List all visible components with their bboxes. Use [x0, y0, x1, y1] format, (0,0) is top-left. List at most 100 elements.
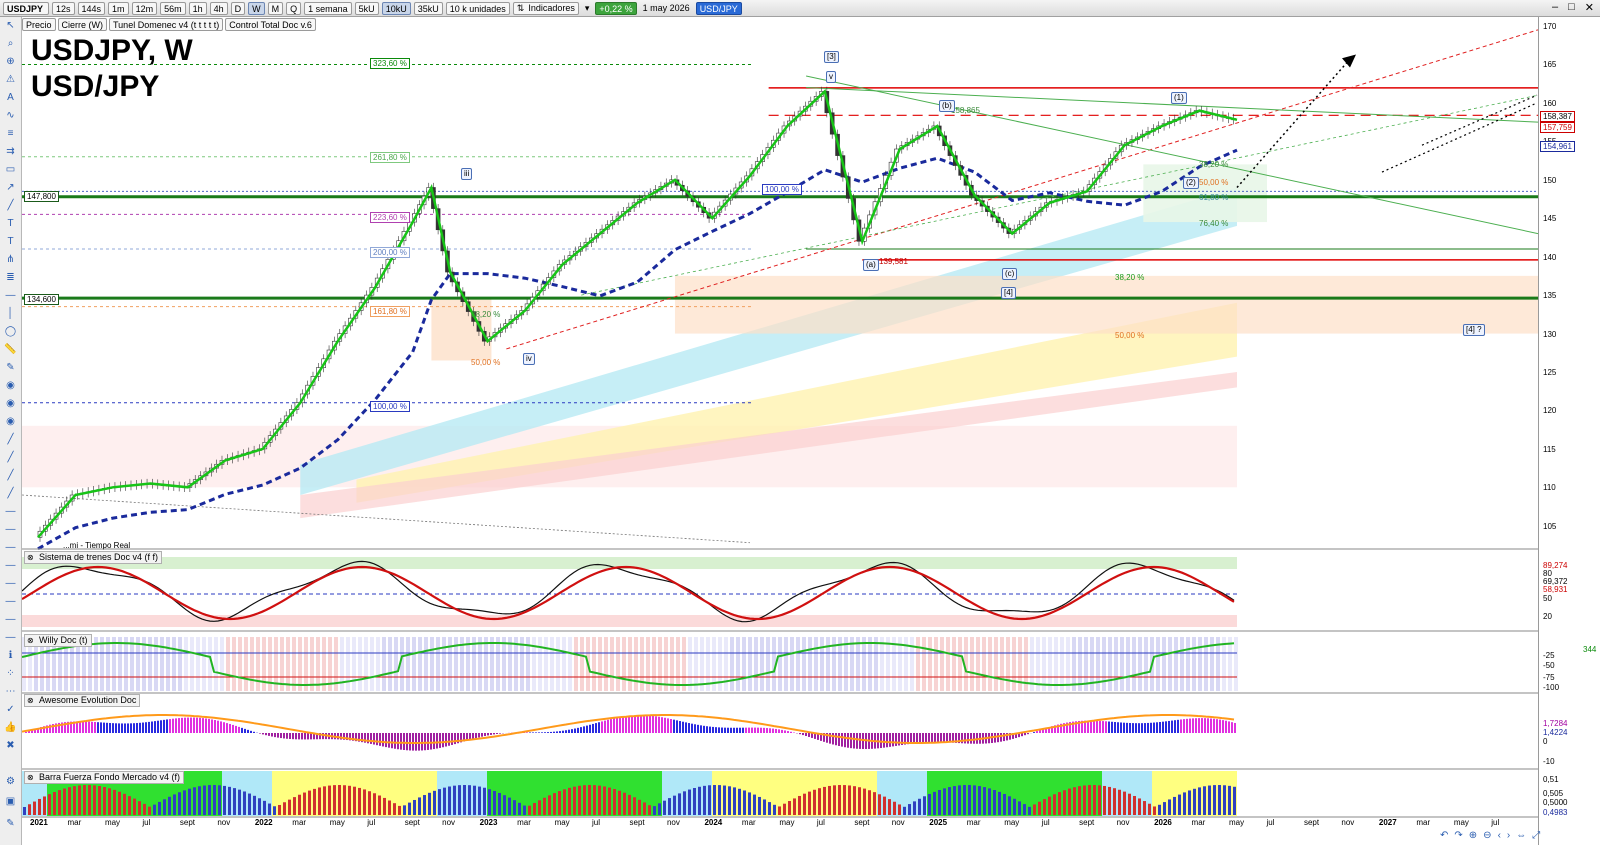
timeframe-1m[interactable]: 1m	[108, 1, 129, 15]
fib-200: 200,00 %	[370, 247, 410, 258]
units-10k[interactable]: 10kU	[381, 1, 411, 15]
p4-bar	[343, 785, 346, 815]
auto-icon[interactable]: ⤢	[1532, 830, 1540, 843]
timeframe-4h[interactable]: 4h	[209, 1, 228, 15]
p2-value-2: -75	[1543, 673, 1555, 682]
panel-trains-tag[interactable]: ⊗ Sistema de trenes Doc v4 (f f)	[24, 551, 163, 564]
timeframe-m[interactable]: M	[267, 1, 284, 15]
snapshot-icon[interactable]: ▣	[4, 795, 17, 808]
line-red-icon[interactable]: ╱	[4, 469, 17, 482]
pencil-icon[interactable]: ✎	[4, 817, 17, 830]
settings-icon[interactable]: ⚙	[4, 775, 17, 788]
hline-green2-icon[interactable]: ―	[4, 595, 17, 608]
units-5k[interactable]: 5kU	[354, 1, 379, 15]
panel-close-icon[interactable]: ⊗	[27, 695, 34, 706]
chart-area[interactable]	[22, 17, 1538, 845]
channel-icon[interactable]: ⇉	[4, 145, 17, 158]
wave-icon[interactable]: ∿	[4, 109, 17, 122]
alert-icon[interactable]: ⚠	[4, 73, 17, 86]
line-black-icon[interactable]: ╱	[4, 487, 17, 500]
p4-bar	[93, 785, 96, 815]
units-selector[interactable]: 10 k unidades	[445, 1, 510, 15]
price-tag-a: 158,387	[1540, 111, 1575, 122]
panel-close-icon[interactable]: ⊗	[27, 635, 34, 646]
minimize-icon[interactable]: –	[1552, 1, 1558, 14]
timeframe-12s[interactable]: 12s	[52, 1, 75, 15]
text-bold-icon[interactable]: T	[4, 235, 17, 248]
text-icon[interactable]: A	[4, 91, 17, 104]
indicators-button[interactable]: ⇅ Indicadores	[512, 1, 579, 15]
circle-green-icon[interactable]: ◉	[4, 397, 17, 410]
hline-red2-icon[interactable]: ―	[4, 577, 17, 590]
timeframe-q[interactable]: Q	[286, 1, 302, 15]
panel-awesome-tag[interactable]: ⊗ Awesome Evolution Doc	[24, 694, 141, 707]
hline-red-icon[interactable]: ―	[4, 523, 17, 536]
panel-willy-tag[interactable]: ⊗ Willy Doc (t)	[24, 634, 92, 647]
scroll-left-icon[interactable]: ‹	[1498, 830, 1501, 843]
p3-bar	[421, 733, 423, 751]
zoom-in-icon[interactable]: ⊕	[1469, 830, 1477, 843]
restore-icon[interactable]: □	[1568, 1, 1575, 14]
hline-blue-icon[interactable]: ―	[4, 559, 17, 572]
p3-bar	[1099, 720, 1101, 733]
zoom-area-icon[interactable]: ⊕	[4, 55, 17, 68]
delete-icon[interactable]: ✖	[4, 739, 17, 752]
cursor-icon[interactable]: ↖	[4, 19, 17, 32]
thumbs-up-icon[interactable]: 👍	[4, 721, 17, 734]
ellipse-icon[interactable]: ◯	[4, 325, 17, 338]
overlay-close[interactable]: Cierre (W)	[57, 18, 108, 31]
timeframe-12m[interactable]: 12m	[131, 1, 158, 15]
vline-icon[interactable]: │	[4, 307, 17, 320]
time-axis[interactable]: 2021 mar may jul sept nov 2022 mar may jul sept nov…	[22, 817, 1538, 830]
fib-icon[interactable]: ≣	[4, 271, 17, 284]
hline-dark-icon[interactable]: ―	[4, 505, 17, 518]
symbol-selector[interactable]: USDJPY	[3, 1, 49, 15]
hline-red3-icon[interactable]: ―	[4, 631, 17, 644]
zoom-icon[interactable]: ⌕	[4, 37, 17, 50]
trendline-icon[interactable]: ╱	[4, 199, 17, 212]
zoom-out-icon[interactable]: ⊖	[1483, 830, 1491, 843]
brush-icon[interactable]: ✎	[4, 361, 17, 374]
pitchfork-icon[interactable]: ⋔	[4, 253, 17, 266]
text-tool-icon[interactable]: T	[4, 217, 17, 230]
dropdown-icon[interactable]: ▾	[582, 2, 593, 15]
timeframe-1h[interactable]: 1h	[188, 1, 207, 15]
units-35k[interactable]: 35kU	[413, 1, 443, 15]
period-selector[interactable]: 1 semana	[304, 1, 352, 15]
redo-icon[interactable]: ↷	[1454, 830, 1462, 843]
hline-blue2-icon[interactable]: ―	[4, 613, 17, 626]
panel-close-icon[interactable]: ⊗	[27, 552, 34, 563]
pattern-icon[interactable]: ⁘	[4, 667, 17, 680]
timeframe-d[interactable]: D	[230, 1, 246, 15]
overlay-control[interactable]: Control Total Doc v.6	[225, 18, 316, 31]
timeframe-56m[interactable]: 56m	[160, 1, 186, 15]
timeframe-144s[interactable]: 144s	[77, 1, 106, 15]
check-icon[interactable]: ✓	[4, 703, 17, 716]
line-blue-icon[interactable]: ╱	[4, 451, 17, 464]
p2-bar	[1048, 637, 1052, 691]
hline-green-icon[interactable]: ―	[4, 541, 17, 554]
fit-icon[interactable]: ⇔	[1516, 830, 1526, 843]
price-axis[interactable]: 1051101151201251301351401451501551601651…	[1538, 17, 1600, 845]
rectangle-icon[interactable]: ▭	[4, 163, 17, 176]
undo-icon[interactable]: ↶	[1440, 830, 1448, 843]
timeframe-w[interactable]: W	[248, 1, 265, 15]
overlay-tunnel[interactable]: Tunel Domenec v4 (t t t t t)	[109, 18, 224, 31]
panel-close-icon[interactable]: ⊗	[27, 772, 34, 783]
ruler-icon[interactable]: 📏	[4, 343, 17, 356]
p3-bar	[1093, 720, 1095, 733]
circle-blue-icon[interactable]: ◉	[4, 415, 17, 428]
stats-icon[interactable]: ℹ	[4, 649, 17, 662]
panel-force-tag[interactable]: ⊗ Barra Fuerza Fondo Mercado v4 (f)	[24, 771, 185, 784]
measure-icon[interactable]: ≡	[4, 127, 17, 140]
p3-bar	[541, 732, 543, 733]
circle-red-icon[interactable]: ◉	[4, 379, 17, 392]
wave-label-a: (a)	[863, 259, 879, 271]
magnet-icon[interactable]: ⋯	[4, 685, 17, 698]
scroll-right-icon[interactable]: ›	[1507, 830, 1510, 843]
overlay-price[interactable]: Precio	[22, 18, 56, 31]
hline-icon[interactable]: ―	[4, 289, 17, 302]
arrow-icon[interactable]: ↗	[4, 181, 17, 194]
close-icon[interactable]: ✕	[1585, 1, 1594, 14]
line-green-icon[interactable]: ╱	[4, 433, 17, 446]
